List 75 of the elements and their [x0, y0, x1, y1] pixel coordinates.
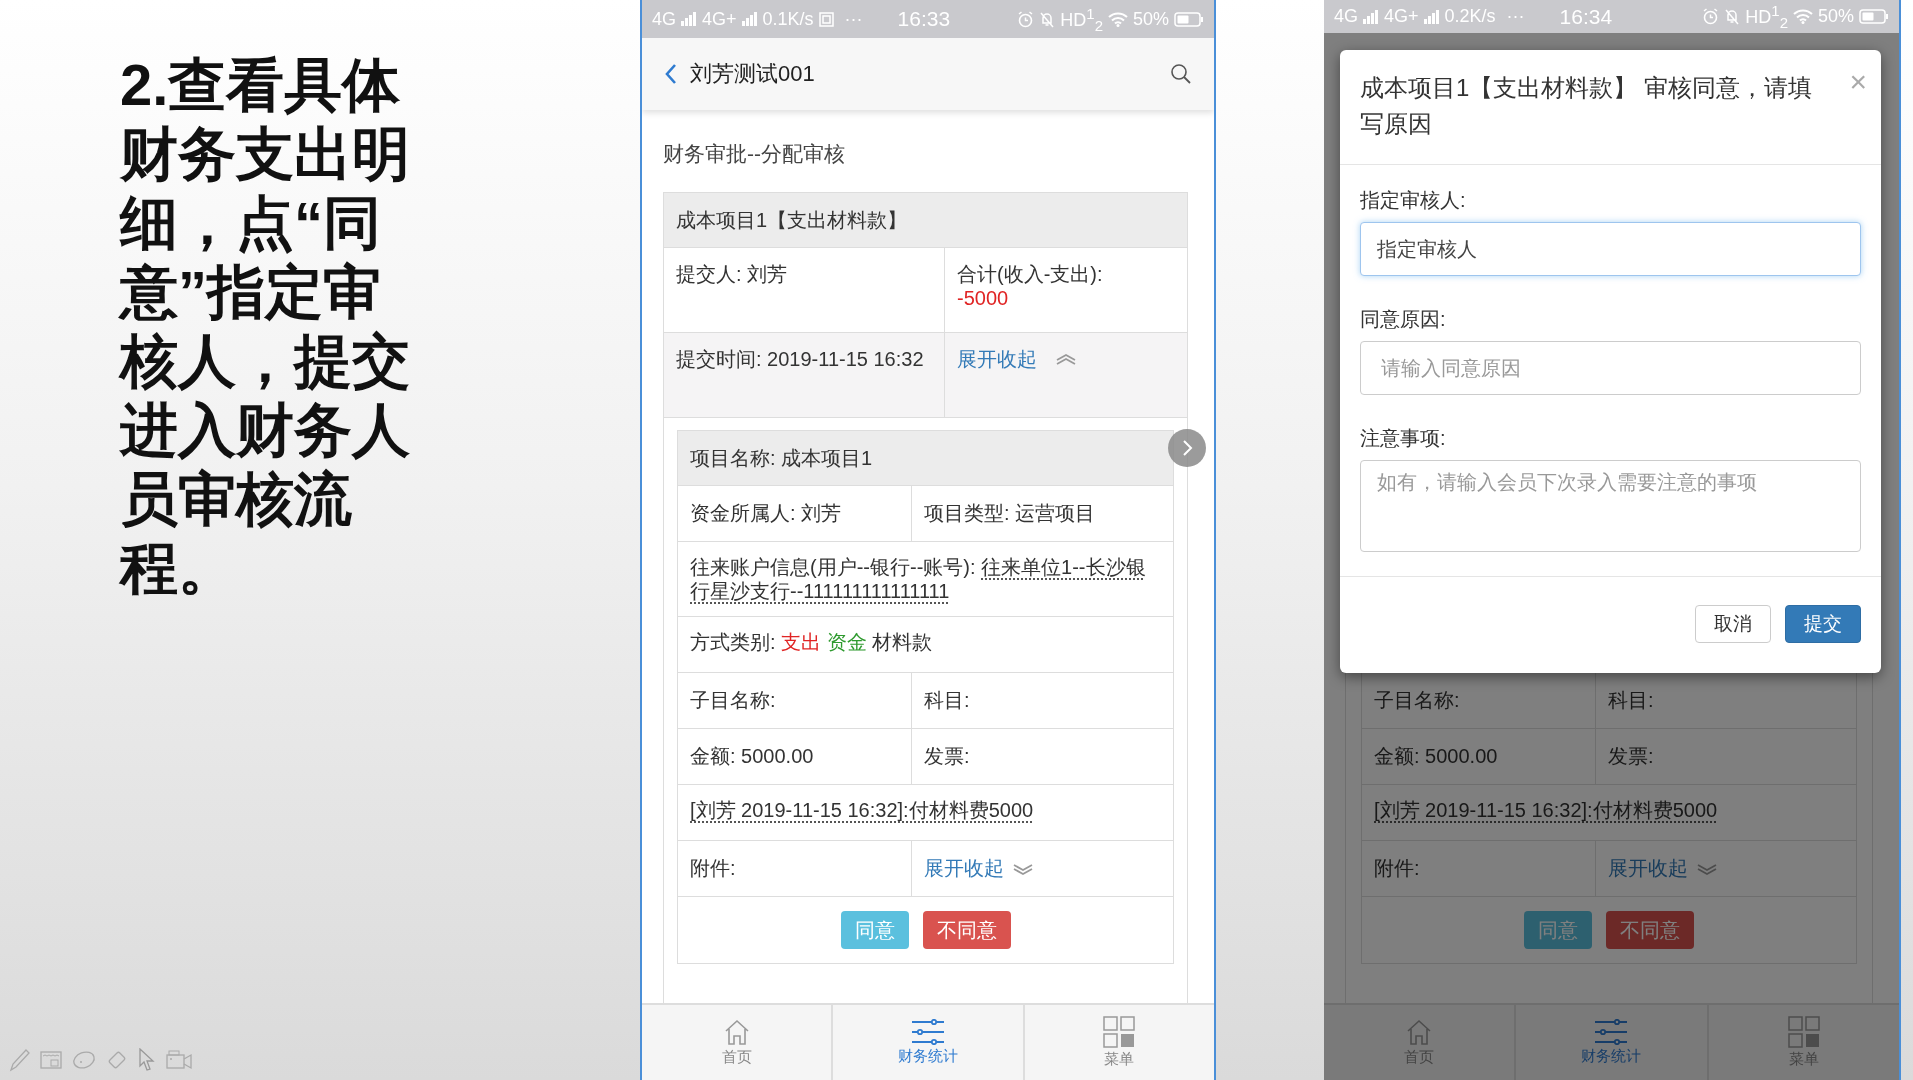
more-indicator: ··· [1506, 6, 1525, 27]
table-cell-text: 提交时间: 2019-11-15 16:32 [675, 347, 925, 372]
battery-icon [1174, 11, 1204, 27]
table-cell-text: 往来账户信息(用户--银行--账号): 往来单位1--长沙银行星沙支行--111111111111111 [689, 555, 1147, 604]
table-cell-text: 资金所属人: 刘芳 [689, 501, 843, 526]
table-cell: 项目类型: 运营项目 [911, 486, 1173, 541]
square-icon [818, 11, 834, 27]
approve-button[interactable]: 同意 [840, 911, 909, 949]
input-field[interactable]: 请输入同意原因 [1360, 341, 1861, 395]
double-chevron-icon[interactable] [1696, 862, 1718, 877]
table-cell-text: [刘芳 2019-11-15 16:32]:付材料费5000 [1373, 798, 1719, 823]
input-field[interactable]: 指定审核人 [1360, 222, 1861, 276]
nav-tab[interactable]: 菜单 [1022, 1005, 1214, 1080]
signal-icon [681, 12, 697, 26]
search-icon[interactable] [1170, 63, 1192, 85]
table-cell-text: 子目名称: [689, 688, 777, 713]
table-cell-text: 子目名称: [1373, 688, 1461, 713]
field-label: 注意事项: [1360, 426, 1447, 451]
back-icon[interactable] [664, 63, 678, 85]
table-header: 项目名称: 成本项目1 [678, 431, 1173, 486]
field-label: 指定审核人: [1360, 188, 1467, 213]
double-chevron-icon[interactable] [1055, 352, 1077, 366]
alarm-clock-icon [1017, 10, 1035, 28]
table-cell-text: 金额: 5000.00 [1373, 744, 1499, 769]
nav-tab[interactable]: 财务统计 [1514, 1005, 1707, 1080]
pointer-icon[interactable] [138, 1048, 156, 1072]
signal-icon [1363, 9, 1379, 24]
notes-field[interactable]: 如有，请输入会员下次录入需要注意的事项 [1360, 460, 1861, 552]
window-icon[interactable] [40, 1051, 62, 1069]
table-cell-text: 附件: [1373, 856, 1421, 881]
bell-off-icon [1039, 10, 1056, 28]
submit-button[interactable]: 提交 [1785, 605, 1861, 643]
section-title: 财务审批--分配审核 [663, 141, 846, 167]
alarm-clock-icon [1702, 8, 1720, 25]
approve-button[interactable]: 同意 [1524, 911, 1592, 949]
dialog-title: 成本项目1【支出材料款】 审核同意，请填写原因 [1360, 73, 1813, 139]
total-value: -5000 [957, 286, 1009, 310]
pencil-icon[interactable] [8, 1048, 30, 1072]
nav-tab[interactable]: 财务统计 [831, 1005, 1023, 1080]
cancel-button[interactable]: 取消 [1695, 605, 1771, 643]
sliders-icon [1593, 1019, 1630, 1045]
more-indicator: ··· [844, 8, 863, 30]
close-button[interactable]: × [1849, 70, 1867, 94]
wifi-icon [1107, 11, 1128, 27]
video-camera-icon[interactable] [166, 1050, 192, 1070]
table-cell-text: 附件: [689, 856, 737, 881]
table-cell-text: 提交人: 刘芳 [675, 262, 789, 287]
table-cell-text: 方式类别: 支出 资金 材料款 [689, 630, 934, 655]
table-cell-text: [刘芳 2019-11-15 16:32]:付材料费5000 [689, 798, 1035, 823]
table-header: 成本项目1【支出材料款】 [664, 193, 1187, 248]
reject-button[interactable]: 不同意 [922, 911, 1011, 949]
signal-icon [741, 12, 758, 26]
table-cell: 发票: [1595, 729, 1856, 784]
table-cell-text: 金额: 5000.00 [689, 744, 815, 769]
nav-tab[interactable]: 首页 [642, 1005, 832, 1080]
grid-icon [1787, 1016, 1820, 1048]
double-chevron-icon[interactable] [1012, 862, 1034, 877]
bell-off-icon [1724, 8, 1741, 25]
grid-icon [1103, 1016, 1136, 1048]
expand-link[interactable]: 展开收起 [957, 347, 1037, 371]
signal-icon [1423, 9, 1440, 24]
slide-instruction: 2.查看具体财务支出明细，点“同意”指定审核人，提交进入财务人员审核流程。 [120, 51, 411, 602]
expand-link[interactable]: 展开收起 [1608, 855, 1688, 882]
table-cell: 发票: [911, 729, 1173, 784]
sliders-icon [910, 1019, 946, 1045]
disc-icon[interactable] [72, 1050, 96, 1070]
field-label: 同意原因: [1360, 307, 1447, 332]
table-cell: 科目: [911, 673, 1173, 728]
reject-button[interactable]: 不同意 [1606, 911, 1694, 949]
total-label: 合计(收入-支出): [957, 262, 1103, 286]
expand-link[interactable]: 展开收起 [924, 855, 1004, 882]
battery-icon [1859, 9, 1889, 24]
wifi-icon [1792, 9, 1813, 24]
eraser-icon[interactable] [106, 1049, 128, 1071]
screen-title: 刘芳测试001 [690, 60, 815, 88]
